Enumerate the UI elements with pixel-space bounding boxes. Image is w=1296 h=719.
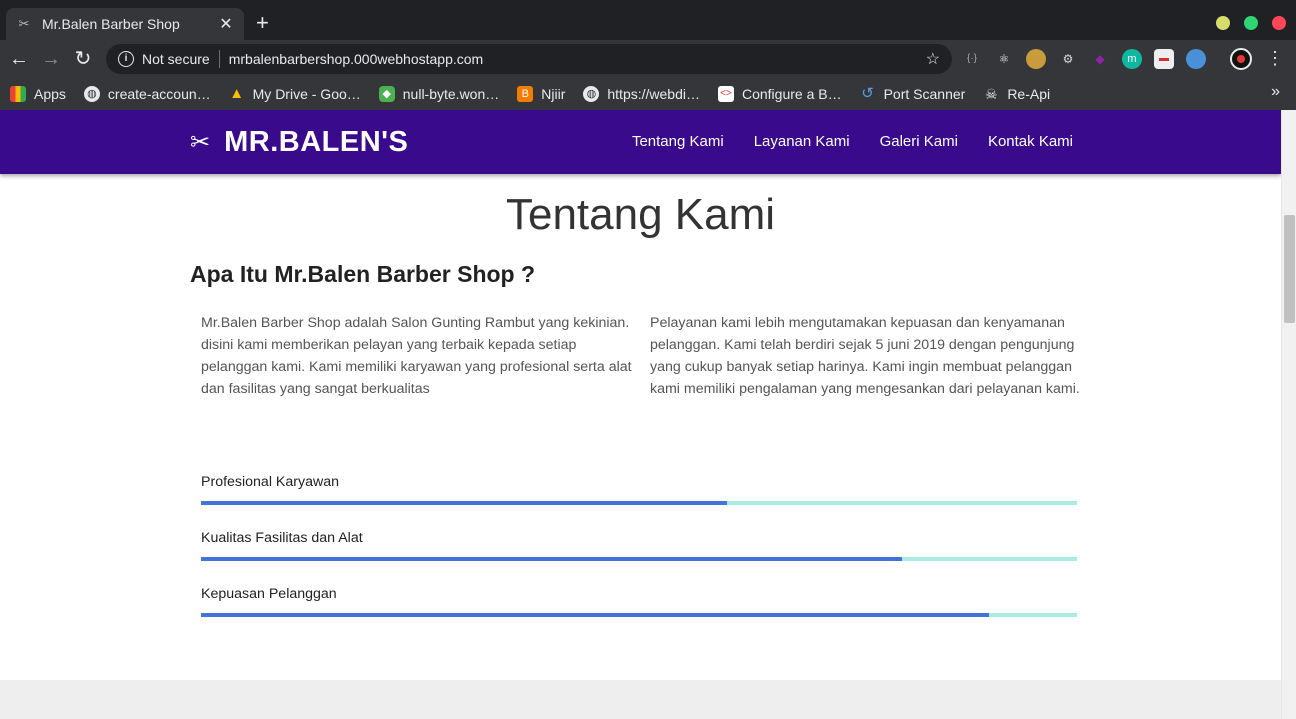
refresh-icon: ↺ <box>861 85 874 102</box>
nav-link-galeri-kami[interactable]: Galeri Kami <box>880 133 958 150</box>
scissors-favicon-icon: ✂ <box>18 16 30 31</box>
diamond-extension-icon[interactable]: ◆ <box>1090 49 1110 69</box>
gear-extension-icon[interactable]: ⚙ <box>1058 49 1078 69</box>
tab-close-icon[interactable]: ✕ <box>218 14 234 34</box>
tab-title: Mr.Balen Barber Shop <box>42 16 180 32</box>
forward-arrow-icon[interactable]: → <box>40 48 62 70</box>
section-subtitle: Apa Itu Mr.Balen Barber Shop ? <box>190 261 536 287</box>
skill-label: Profesional Karyawan <box>201 474 340 490</box>
bookmarks-bar: Apps ◍ create-accoun… ▲ My Drive - Goo… … <box>0 78 1296 110</box>
profile-avatar[interactable] <box>1230 48 1252 70</box>
skill-label: Kepuasan Pelanggan <box>201 586 337 602</box>
page-viewport: ✂ MR.BALEN'S Tentang Kami Layanan Kami G… <box>0 110 1296 719</box>
bookmark-my-drive[interactable]: ▲ My Drive - Goo… <box>229 85 361 103</box>
progress-track <box>201 557 1077 561</box>
bookmark-webdi[interactable]: ◍ https://webdi… <box>583 86 700 102</box>
code-icon: <> <box>717 86 734 102</box>
browser-menu-icon[interactable]: ⋮ <box>1266 48 1284 69</box>
cookie-extension-icon[interactable] <box>1026 49 1046 69</box>
new-tab-button[interactable]: + <box>256 11 269 35</box>
progress-fill <box>201 557 902 561</box>
extensions-bar: {·} ⚛ ⚙ ◆ m ▬ <box>962 49 1206 69</box>
about-paragraph-left: Mr.Balen Barber Shop adalah Salon Guntin… <box>201 315 632 397</box>
react-extension-icon[interactable]: ⚛ <box>994 49 1014 69</box>
scissors-icon: ✂ <box>190 129 211 156</box>
pirate-icon: ☠ <box>985 86 998 102</box>
skill-profesional-karyawan: Profesional Karyawan <box>201 474 1077 505</box>
bookmark-port-scanner[interactable]: ↺ Port Scanner <box>860 85 966 103</box>
apps-grid-icon <box>10 86 26 102</box>
bookmark-apps[interactable]: Apps <box>10 86 66 102</box>
bookmark-label: null-byte.won… <box>402 86 500 102</box>
progress-fill <box>201 501 727 505</box>
omnibox-divider <box>218 50 220 68</box>
back-arrow-icon[interactable]: ← <box>8 48 30 70</box>
m-extension-icon[interactable]: m <box>1122 49 1142 69</box>
close-window-button[interactable] <box>1272 16 1286 30</box>
site-navbar: ✂ MR.BALEN'S Tentang Kami Layanan Kami G… <box>0 110 1281 174</box>
bookmark-njiir[interactable]: B Njiir <box>517 86 565 102</box>
bookmark-label: Port Scanner <box>883 86 966 102</box>
about-paragraph-right: Pelayanan kami lebih mengutamakan kepuas… <box>650 315 1080 397</box>
bookmarks-overflow-icon[interactable]: » <box>1271 83 1280 101</box>
page-scrollbar[interactable] <box>1281 110 1296 719</box>
globe-extension-icon[interactable] <box>1186 49 1206 69</box>
progress-track <box>201 613 1077 617</box>
reload-icon[interactable]: ↻ <box>72 48 94 70</box>
bookmark-label: Re-Api <box>1007 86 1051 102</box>
minimize-button[interactable] <box>1216 16 1230 30</box>
browser-titlebar: ✂ Mr.Balen Barber Shop ✕ + <box>0 0 1296 40</box>
json-extension-icon[interactable]: {·} <box>962 49 982 69</box>
bookmark-configure[interactable]: <> Configure a B… <box>717 86 842 102</box>
nav-link-layanan-kami[interactable]: Layanan Kami <box>754 133 850 150</box>
drive-icon: ▲ <box>229 85 245 102</box>
globe-icon: ◍ <box>583 86 600 102</box>
security-label[interactable]: Not secure <box>142 51 210 67</box>
bookmark-label: Configure a B… <box>741 86 842 102</box>
bookmark-create-account[interactable]: ◍ create-accoun… <box>83 86 211 102</box>
calendar-extension-icon[interactable]: ▬ <box>1154 49 1174 69</box>
info-icon[interactable]: i <box>118 51 134 67</box>
progress-track <box>201 501 1077 505</box>
bookmark-label: https://webdi… <box>607 86 700 102</box>
section-title: Tentang Kami <box>505 190 776 239</box>
progress-fill <box>201 613 990 617</box>
nav-link-kontak-kami[interactable]: Kontak Kami <box>988 133 1073 150</box>
next-section-band <box>0 680 1281 719</box>
maximize-button[interactable] <box>1244 16 1258 30</box>
site-nav: Tentang Kami Layanan Kami Galeri Kami Ko… <box>632 133 1073 150</box>
browser-tab[interactable]: ✂ Mr.Balen Barber Shop ✕ <box>6 8 244 40</box>
site-brand[interactable]: ✂ MR.BALEN'S <box>190 126 408 159</box>
brand-name: MR.BALEN'S <box>224 126 409 158</box>
bookmark-label: Njiir <box>541 86 566 102</box>
window-controls <box>1216 16 1286 30</box>
address-bar[interactable]: i Not secure mrbalenbarbershop.000webhos… <box>106 44 952 74</box>
bookmark-null-byte[interactable]: ◆ null-byte.won… <box>378 86 500 102</box>
globe-icon: ◍ <box>83 86 100 102</box>
bookmark-label: Apps <box>34 86 66 102</box>
wonderhowto-icon: ◆ <box>378 86 395 102</box>
bookmark-label: My Drive - Goo… <box>252 86 361 102</box>
scrollbar-thumb[interactable] <box>1284 215 1295 323</box>
bookmark-star-icon[interactable]: ☆ <box>926 49 940 69</box>
blogger-icon: B <box>517 86 534 102</box>
nav-link-tentang-kami[interactable]: Tentang Kami <box>632 133 724 150</box>
bookmark-re-api[interactable]: ☠ Re-Api <box>983 86 1050 102</box>
skill-kualitas-fasilitas: Kualitas Fasilitas dan Alat <box>201 530 1077 561</box>
url-text[interactable]: mrbalenbarbershop.000webhostapp.com <box>229 51 926 67</box>
browser-toolbar: ← → ↻ i Not secure mrbalenbarbershop.000… <box>0 40 1296 78</box>
skill-label: Kualitas Fasilitas dan Alat <box>201 530 363 546</box>
bookmark-label: create-accoun… <box>107 86 211 102</box>
skill-kepuasan-pelanggan: Kepuasan Pelanggan <box>201 586 1077 617</box>
